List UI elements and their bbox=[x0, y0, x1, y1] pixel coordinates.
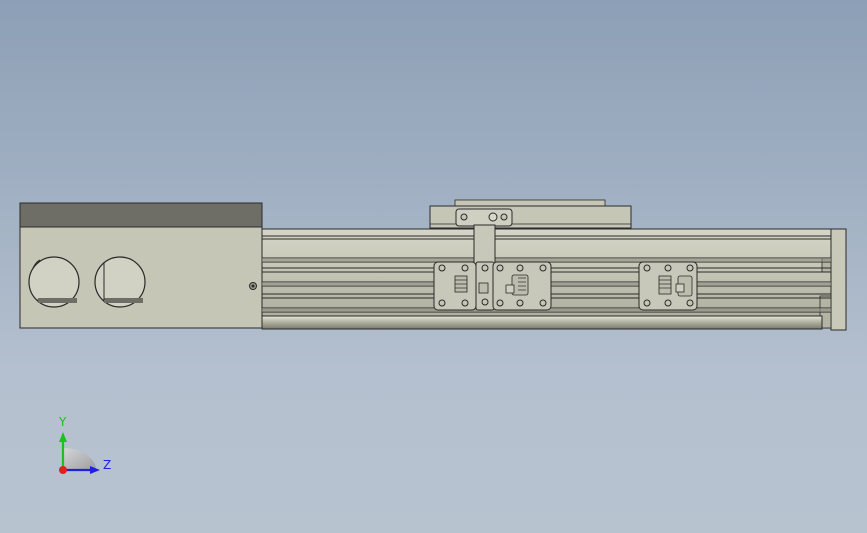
cad-graphics-viewport[interactable]: Y Z bbox=[0, 0, 867, 533]
port-hole-right bbox=[94, 256, 146, 308]
sensor-bracket-2[interactable] bbox=[492, 261, 552, 311]
sensor-bracket-3[interactable] bbox=[638, 261, 698, 311]
coordinate-triad[interactable]: Y Z bbox=[58, 415, 111, 474]
motor-housing-top bbox=[19, 202, 263, 228]
rail-end-cap bbox=[830, 228, 847, 331]
port-hole-left bbox=[28, 256, 80, 308]
motor-housing[interactable] bbox=[19, 202, 263, 329]
sensor-bracket-1[interactable] bbox=[433, 261, 477, 311]
linear-rail[interactable] bbox=[261, 228, 847, 331]
rail-body bbox=[261, 228, 847, 329]
rail-bottom-rod bbox=[261, 315, 823, 330]
carriage-top-rails bbox=[454, 199, 606, 207]
sensor-bracket-center[interactable] bbox=[475, 261, 495, 311]
x-axis-dot bbox=[59, 466, 67, 474]
y-axis-label: Y bbox=[58, 415, 67, 429]
housing-screw bbox=[249, 282, 257, 290]
z-axis-label: Z bbox=[103, 458, 111, 472]
